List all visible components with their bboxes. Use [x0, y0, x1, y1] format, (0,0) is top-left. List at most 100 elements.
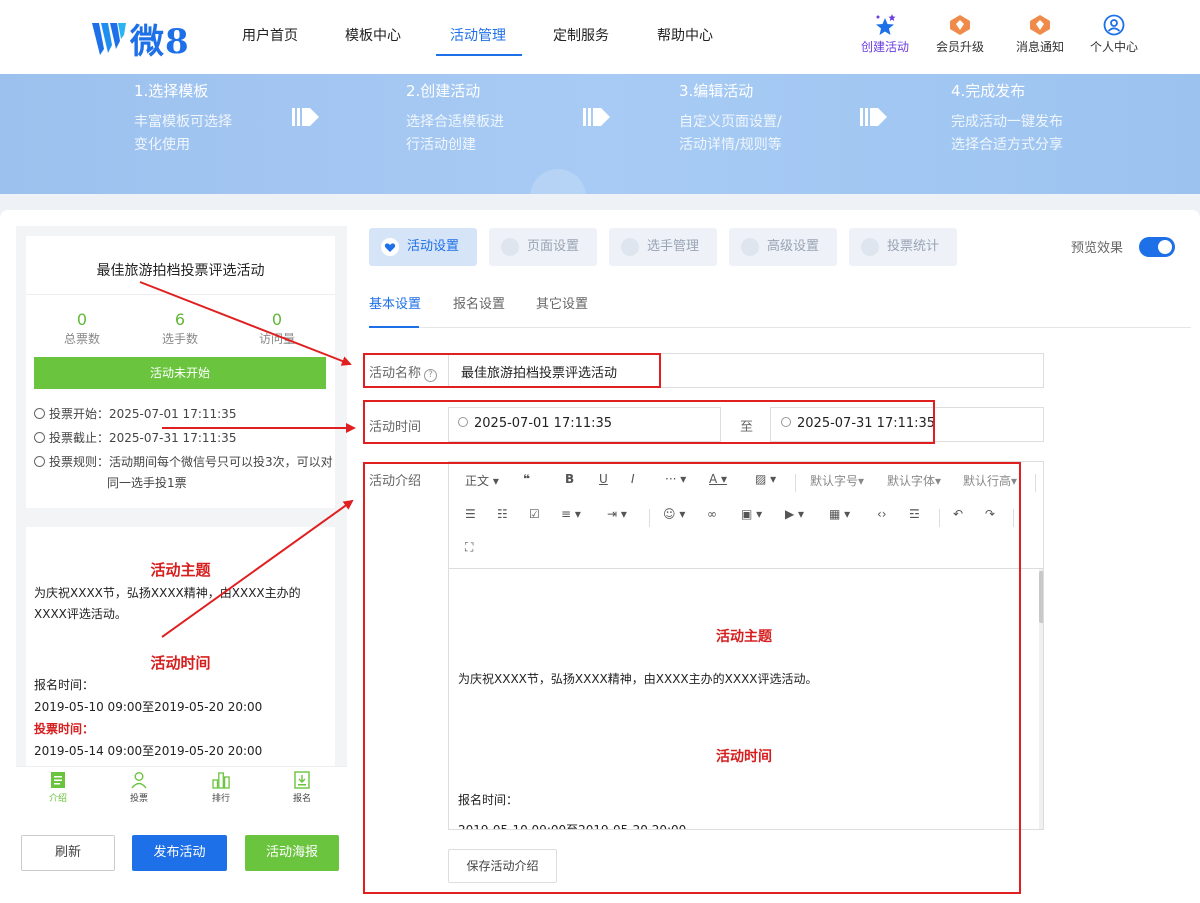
preview-vote-label: 投票时间： — [34, 722, 95, 736]
numbered-list-icon[interactable]: ☷ — [497, 507, 508, 521]
notifications-button[interactable]: 消息通知 — [1004, 14, 1076, 55]
preview-time-title: 活动时间 — [150, 654, 211, 672]
user-icon — [1103, 14, 1125, 36]
tab-ranking[interactable]: 排行 — [196, 771, 246, 804]
tab-contestant-manage-label: 选手管理 — [647, 239, 700, 254]
divider-line-icon[interactable]: ☲ — [909, 507, 920, 521]
member-upgrade-button[interactable]: 会员升级 — [924, 14, 996, 55]
code-icon[interactable]: ‹› — [877, 507, 887, 521]
step-2-desc-1: 选择合适模板进 — [406, 114, 504, 130]
nav-custom-service[interactable]: 定制服务 — [553, 25, 609, 45]
editor-scrollbar[interactable] — [1039, 569, 1043, 829]
divider — [449, 568, 1043, 569]
nav-help[interactable]: 帮助中心 — [657, 25, 713, 45]
activity-time-label: 活动时间 — [369, 420, 422, 435]
tab-intro[interactable]: 介绍 — [33, 771, 83, 804]
quote-icon[interactable]: ❝ — [523, 472, 530, 486]
nav-activity-manage[interactable]: 活动管理 — [450, 25, 506, 45]
nav-home[interactable]: 用户首页 — [242, 25, 298, 45]
stat-contestants-label: 选手数 — [161, 332, 198, 346]
table-icon[interactable]: ▦ ▾ — [829, 507, 850, 521]
editor-theme-title: 活动主题 — [716, 629, 772, 645]
end-time-text: 2025-07-31 17:11:35 — [797, 416, 936, 431]
activity-intro-label: 活动介绍 — [369, 474, 422, 489]
logo-text: 微8 — [130, 22, 190, 62]
divider — [795, 474, 796, 492]
tab-signup[interactable]: 报名 — [277, 771, 327, 804]
tab-page-settings-label: 页面设置 — [527, 239, 580, 254]
step-3-desc-1: 自定义页面设置/ — [679, 114, 782, 130]
step-4-desc-1: 完成活动一键发布 — [951, 114, 1063, 130]
tab-advanced-settings[interactable]: 高级设置 — [729, 228, 837, 266]
create-activity-button[interactable]: 创建活动 — [849, 14, 921, 55]
italic-icon[interactable]: I — [631, 472, 635, 486]
heart-icon — [381, 238, 399, 256]
divider — [1013, 509, 1014, 527]
subtab-signup[interactable]: 报名设置 — [453, 293, 505, 312]
stat-total-votes: 0 总票数 — [32, 310, 132, 348]
paragraph-select-label: 正文 — [465, 474, 490, 488]
divider — [26, 294, 335, 295]
tab-vote[interactable]: 投票 — [114, 771, 164, 804]
paragraph-select[interactable]: 正文 ▾ — [465, 472, 499, 489]
personal-center-button[interactable]: 个人中心 — [1078, 14, 1150, 55]
logo[interactable]: 微8 — [92, 14, 190, 63]
video-icon[interactable]: ▶ ▾ — [785, 507, 804, 521]
bullet-list-icon[interactable]: ☰ — [465, 507, 476, 521]
line-height-select[interactable]: 默认行高▾ — [963, 472, 1017, 489]
subtab-active-indicator — [369, 326, 419, 328]
emoji-icon[interactable]: ☺ ▾ — [663, 507, 685, 521]
underline-icon[interactable]: U — [599, 472, 608, 486]
stat-visits: 0 访问量 — [227, 310, 327, 348]
font-family-select[interactable]: 默认字体▾ — [887, 472, 941, 489]
indent-icon[interactable]: ⇥ ▾ — [607, 507, 627, 521]
step-2: 2.创建活动 选择合适模板进 行活动创建 — [406, 80, 504, 157]
help-icon[interactable]: ? — [424, 369, 438, 382]
preview-theme-title: 活动主题 — [150, 561, 211, 579]
stat-total-votes-label: 总票数 — [63, 332, 100, 346]
clock-icon — [34, 432, 45, 443]
step-1: 1.选择模板 丰富模板可选择 变化使用 — [134, 80, 232, 157]
tab-contestant-manage[interactable]: 选手管理 — [609, 228, 717, 266]
save-intro-button[interactable]: 保存活动介绍 — [448, 849, 557, 883]
background-color-icon[interactable]: ▨ ▾ — [755, 472, 776, 486]
subtab-other[interactable]: 其它设置 — [536, 293, 588, 312]
preview-effect-label: 预览效果 — [1071, 241, 1124, 256]
activity-name-label: 活动名称? — [369, 362, 438, 382]
more-icon[interactable]: ··· ▾ — [665, 472, 686, 486]
activity-name-label-text: 活动名称 — [369, 366, 422, 381]
publish-activity-button[interactable]: 发布活动 — [132, 835, 227, 871]
preview-content-card: 活动主题 为庆祝XXXX节，弘扬XXXX精神，由XXXX主办的XXXX评选活动。… — [26, 527, 335, 766]
fullscreen-icon[interactable]: ⛶ — [465, 540, 473, 555]
redo-icon[interactable]: ↷ — [985, 507, 995, 521]
preview-signup-range: 2019-05-10 09:00至2019-05-20 20:00 — [34, 700, 263, 714]
subtab-basic[interactable]: 基本设置 — [369, 293, 421, 312]
rich-text-editor[interactable]: 正文 ▾ ❝ B U I ··· ▾ A ▾ ▨ ▾ 默认字号▾ 默认字体▾ 默… — [448, 461, 1044, 830]
step-4-desc-2: 选择合适方式分享 — [951, 137, 1063, 153]
step-1-desc-2: 变化使用 — [134, 137, 190, 153]
image-icon[interactable]: ▣ ▾ — [741, 507, 762, 521]
tab-vote-stats[interactable]: 投票统计 — [849, 228, 957, 266]
vote-start-text: 投票开始：2025-07-01 17:11:35 — [49, 407, 237, 421]
font-family-select-label: 默认字体 — [887, 474, 936, 488]
tab-activity-settings[interactable]: 活动设置 — [369, 228, 477, 266]
editor-signup-range: 2019-05-10 09:00至2019-05-20 20:00 — [458, 823, 687, 830]
tab-page-settings[interactable]: 页面设置 — [489, 228, 597, 266]
preview-theme-text: 为庆祝XXXX节，弘扬XXXX精神，由XXXX主办的XXXX评选活动。 — [34, 586, 301, 621]
divider — [369, 327, 1191, 328]
preview-effect-toggle[interactable] — [1139, 237, 1175, 257]
step-arrow-icon — [583, 108, 610, 126]
nav-templates[interactable]: 模板中心 — [345, 25, 401, 45]
todo-icon[interactable]: ☑ — [529, 507, 540, 521]
activity-poster-button[interactable]: 活动海报 — [245, 835, 339, 871]
align-icon[interactable]: ≡ ▾ — [561, 507, 581, 521]
font-size-select[interactable]: 默认字号▾ — [810, 472, 864, 489]
refresh-button[interactable]: 刷新 — [21, 835, 115, 871]
divider — [939, 509, 940, 527]
undo-icon[interactable]: ↶ — [953, 507, 963, 521]
advanced-icon — [741, 238, 759, 256]
bold-icon[interactable]: B — [565, 472, 574, 486]
link-icon[interactable]: ∞ — [707, 507, 717, 521]
create-activity-label: 创建活动 — [860, 40, 909, 54]
font-color-icon[interactable]: A ▾ — [709, 472, 727, 486]
